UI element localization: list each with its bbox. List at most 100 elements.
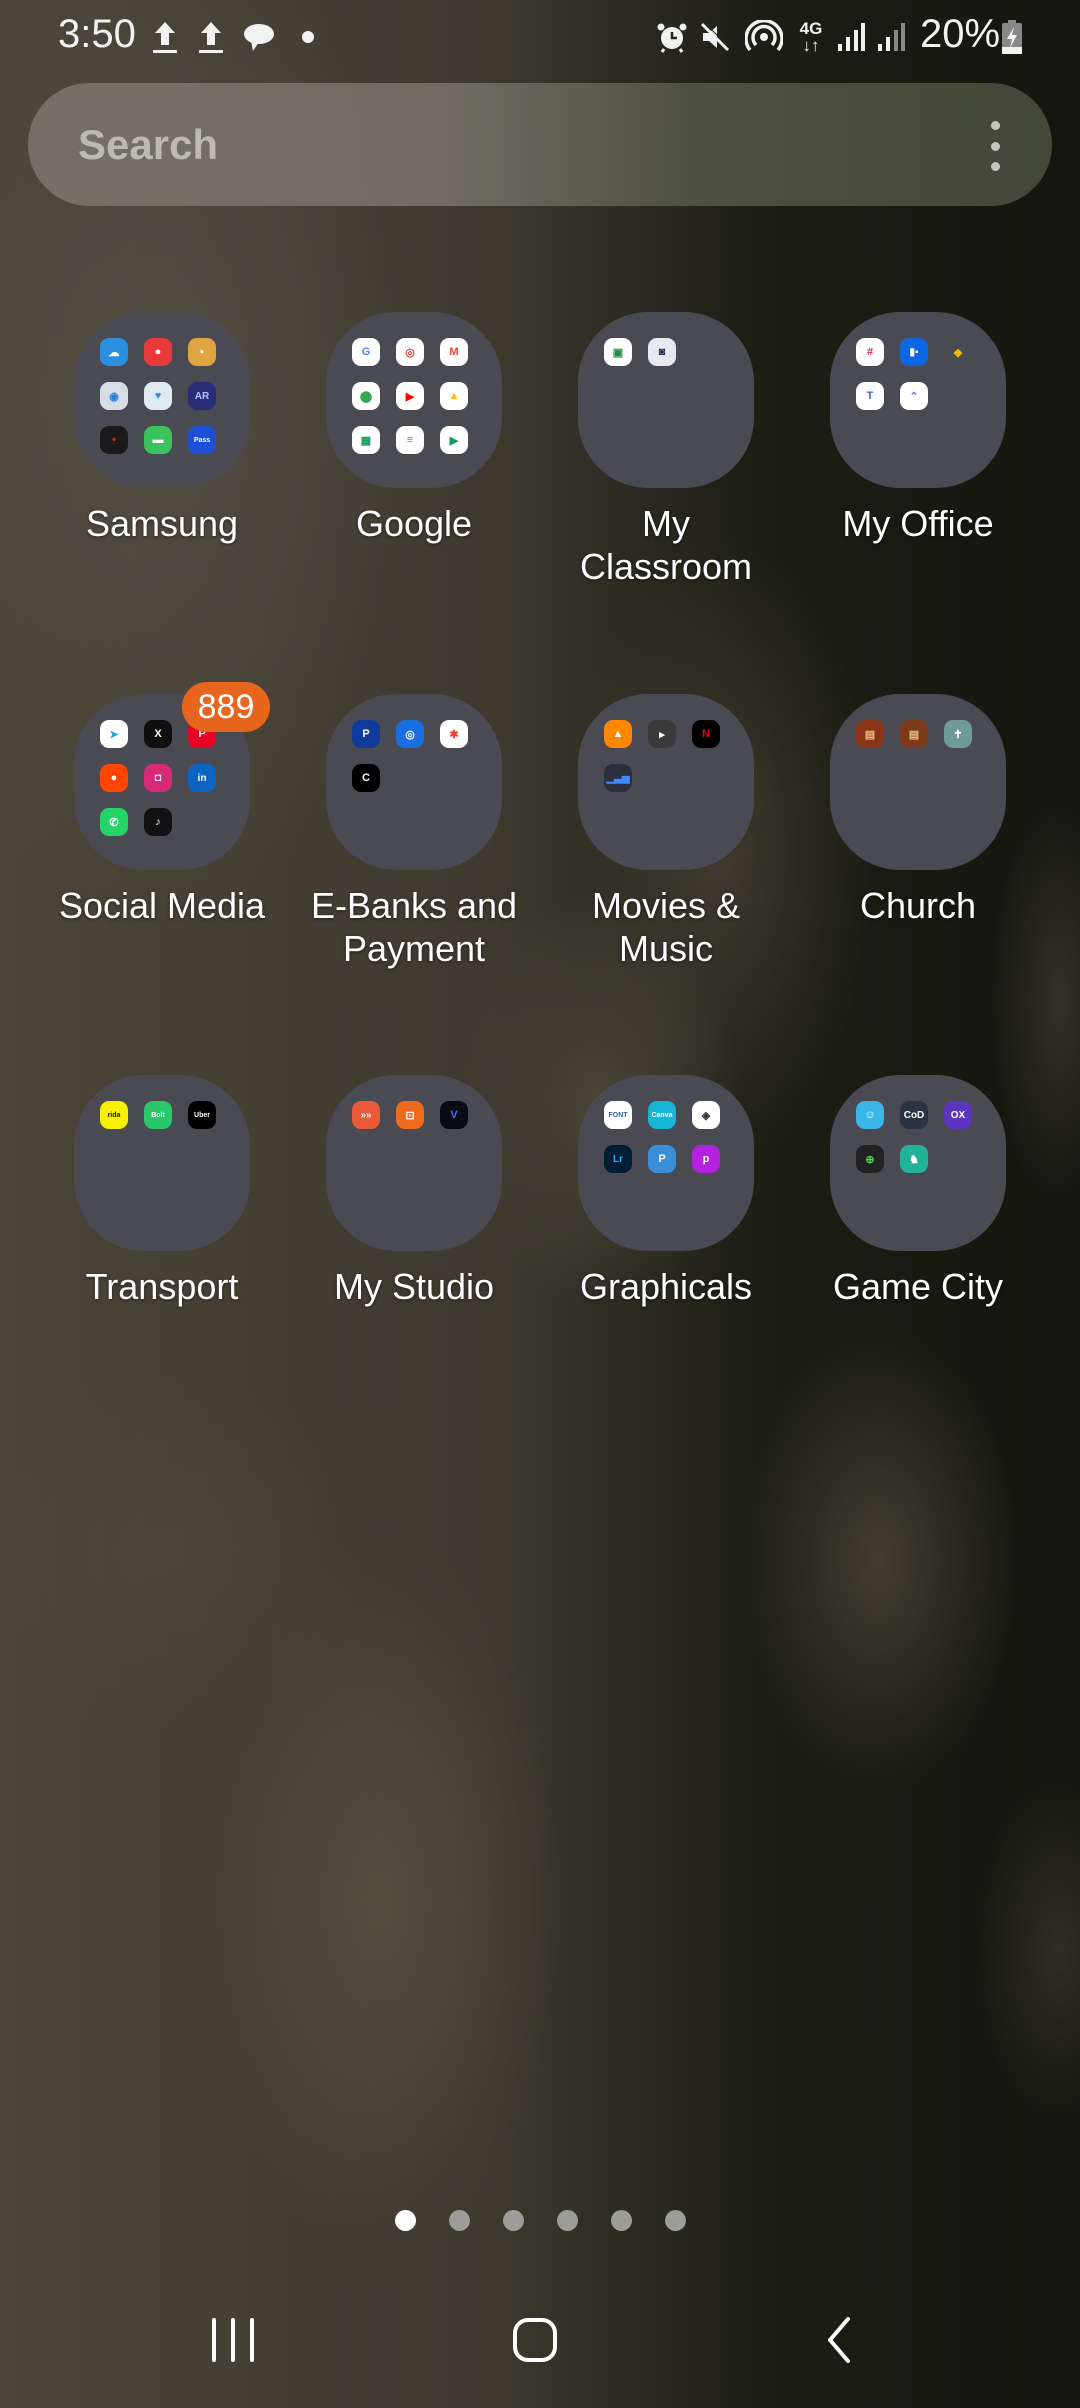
folder-app-grid: ▣ ◙ — [604, 338, 730, 366]
folder-label: Transport — [85, 1266, 239, 1307]
folder-e-banks-and-payment[interactable]: P ◎ ✱ C E-Banks and Payment — [289, 694, 539, 970]
folder-transport[interactable]: rida Bolt Uber Transport — [37, 1075, 287, 1308]
ar-zone-icon: AR — [188, 382, 216, 410]
classroom-icon: ▣ — [604, 338, 632, 366]
messages-icon: ▬ — [144, 426, 172, 454]
recents-icon — [212, 2318, 254, 2362]
my-files-icon: ▪ — [188, 338, 216, 366]
folder-icon[interactable]: ☺ CoD OX ⊕ ♞ — [830, 1075, 1006, 1251]
folder-game-city[interactable]: ☺ CoD OX ⊕ ♞ Game City — [793, 1075, 1043, 1308]
game-controller-icon: ⊕ — [856, 1145, 884, 1173]
folder-label: Samsung — [85, 503, 239, 544]
youtube-icon: ▶ — [396, 382, 424, 410]
signal-sim2-icon — [876, 18, 906, 56]
rida-icon: rida — [100, 1101, 128, 1129]
health-icon: ♥ — [144, 382, 172, 410]
folder-icon[interactable]: ▣ ◙ — [578, 312, 754, 488]
folder-app-grid: ▲ ▸ N ▁▃▅ — [604, 720, 730, 792]
alarm-icon — [655, 18, 689, 56]
chat-bubble-icon — [240, 18, 276, 56]
tic-tac-toe-icon: OX — [944, 1101, 972, 1129]
folder-my-classroom[interactable]: ▣ ◙ My Classroom — [541, 312, 791, 588]
folder-icon[interactable]: ☁ ● ▪ ◉ ♥ AR • ▬ Pass — [74, 312, 250, 488]
folder-label: Graphicals — [579, 1266, 753, 1307]
clock: 3:50 — [58, 12, 136, 56]
voice-recorder-icon: • — [100, 426, 128, 454]
reddit-icon: ● — [100, 764, 128, 792]
folder-icon[interactable]: ➤ X P ● ◘ in ✆ ♪ 889 — [74, 682, 270, 870]
video-player-icon: ▸ — [648, 720, 676, 748]
folder-icon[interactable]: ▤ ▤ ✝ — [830, 694, 1006, 870]
folder-app-grid: ➤ X P ● ◘ in ✆ ♪ — [100, 720, 226, 836]
google-pay-star-icon: ✱ — [440, 720, 468, 748]
back-icon — [828, 2317, 850, 2363]
church-cross-icon: ✝ — [944, 720, 972, 748]
payment-app-blue-icon: ◎ — [396, 720, 424, 748]
back-button[interactable] — [804, 2310, 874, 2370]
google-icon: G — [352, 338, 380, 366]
vlc-icon: ▲ — [604, 720, 632, 748]
folder-icon[interactable]: P ◎ ✱ C — [326, 694, 502, 870]
folder-icon[interactable]: ▲ ▸ N ▁▃▅ — [578, 694, 754, 870]
folder-my-studio[interactable]: »» ⊡ V My Studio — [289, 1075, 539, 1308]
page-dot[interactable] — [610, 2210, 632, 2231]
folder-label: Movies & Music — [591, 885, 741, 969]
canva-icon: Canva — [648, 1101, 676, 1129]
folder-icon[interactable]: FONT Canva ◈ Lr Pp — [578, 1075, 754, 1251]
page-indicator[interactable] — [0, 2210, 1080, 2231]
folder-social-media[interactable]: ➤ X P ● ◘ in ✆ ♪ 889 Social Media — [37, 682, 287, 927]
netflix-icon: N — [692, 720, 720, 748]
folder-icon[interactable]: G ◎ M ⬤ ▶ ▲ ▦ ≡ ▶ — [326, 312, 502, 488]
page-dot[interactable] — [664, 2210, 686, 2231]
folder-app-grid: P ◎ ✱ C — [352, 720, 478, 792]
folder-movies-music[interactable]: ▲ ▸ N ▁▃▅ Movies & Music — [541, 694, 791, 970]
teams-icon: T — [856, 382, 884, 410]
folder-icon[interactable]: rida Bolt Uber — [74, 1075, 250, 1251]
samsung-pass-icon: Pass — [188, 426, 216, 454]
whatsapp-icon: ✆ — [100, 808, 128, 836]
navigation-bar — [0, 2300, 1080, 2380]
search-bar[interactable]: Search — [28, 83, 1052, 206]
more-vertical-icon[interactable] — [990, 121, 1000, 171]
folder-label: Social Media — [58, 885, 266, 926]
signal-sim1-icon — [836, 18, 866, 56]
telegram-icon: ➤ — [100, 720, 128, 748]
bolt-icon: Bolt — [144, 1101, 172, 1129]
recents-button[interactable] — [198, 2310, 268, 2370]
folder-graphicals[interactable]: FONT Canva ◈ Lr Pp Graphicals — [541, 1075, 791, 1308]
folder-label: E-Banks and Payment — [310, 885, 518, 969]
folder-icon[interactable]: # ▮▪ ◆ T ⌃ — [830, 312, 1006, 488]
page-dot[interactable] — [556, 2210, 578, 2231]
paypal-icon: P — [352, 720, 380, 748]
page-dot[interactable] — [448, 2210, 470, 2231]
folder-label: My Studio — [333, 1266, 495, 1307]
folder-my-office[interactable]: # ▮▪ ◆ T ⌃ My Office — [793, 312, 1043, 545]
uber-icon: Uber — [188, 1101, 216, 1129]
daily-devotional-icon: ▤ — [856, 720, 884, 748]
page-dot-active[interactable] — [394, 2210, 416, 2231]
pixelmator-icon: P — [648, 1145, 676, 1173]
folder-samsung[interactable]: ☁ ● ▪ ◉ ♥ AR • ▬ Pass Samsung — [37, 312, 287, 545]
hotspot-icon — [744, 18, 784, 56]
folder-google[interactable]: G ◎ M ⬤ ▶ ▲ ▦ ≡ ▶ Google — [289, 312, 539, 545]
sheets-icon: ▦ — [352, 426, 380, 454]
battery-charging-icon — [1000, 18, 1024, 56]
clickup-icon: ⌃ — [900, 382, 928, 410]
what-the-font-icon: FONT — [604, 1101, 632, 1129]
weather-icon: ☁ — [100, 338, 128, 366]
status-bar: 3:50 4G ↓↑ 20% — [0, 0, 1080, 72]
lightroom-icon: Lr — [604, 1145, 632, 1173]
search-input[interactable]: Search — [78, 121, 218, 169]
x-icon: X — [144, 720, 172, 748]
home-button[interactable] — [500, 2310, 570, 2370]
folder-icon[interactable]: »» ⊡ V — [326, 1075, 502, 1251]
music-equalizer-icon: ▁▃▅ — [604, 764, 632, 792]
page-dot[interactable] — [502, 2210, 524, 2231]
folder-church[interactable]: ▤ ▤ ✝ Church — [793, 694, 1043, 927]
drive-icon: ▲ — [440, 382, 468, 410]
folder-label: Church — [859, 885, 977, 926]
folder-app-grid: # ▮▪ ◆ T ⌃ — [856, 338, 982, 410]
chrome-icon: ◎ — [396, 338, 424, 366]
call-of-duty-icon: CoD — [900, 1101, 928, 1129]
compass-icon: ◉ — [100, 382, 128, 410]
